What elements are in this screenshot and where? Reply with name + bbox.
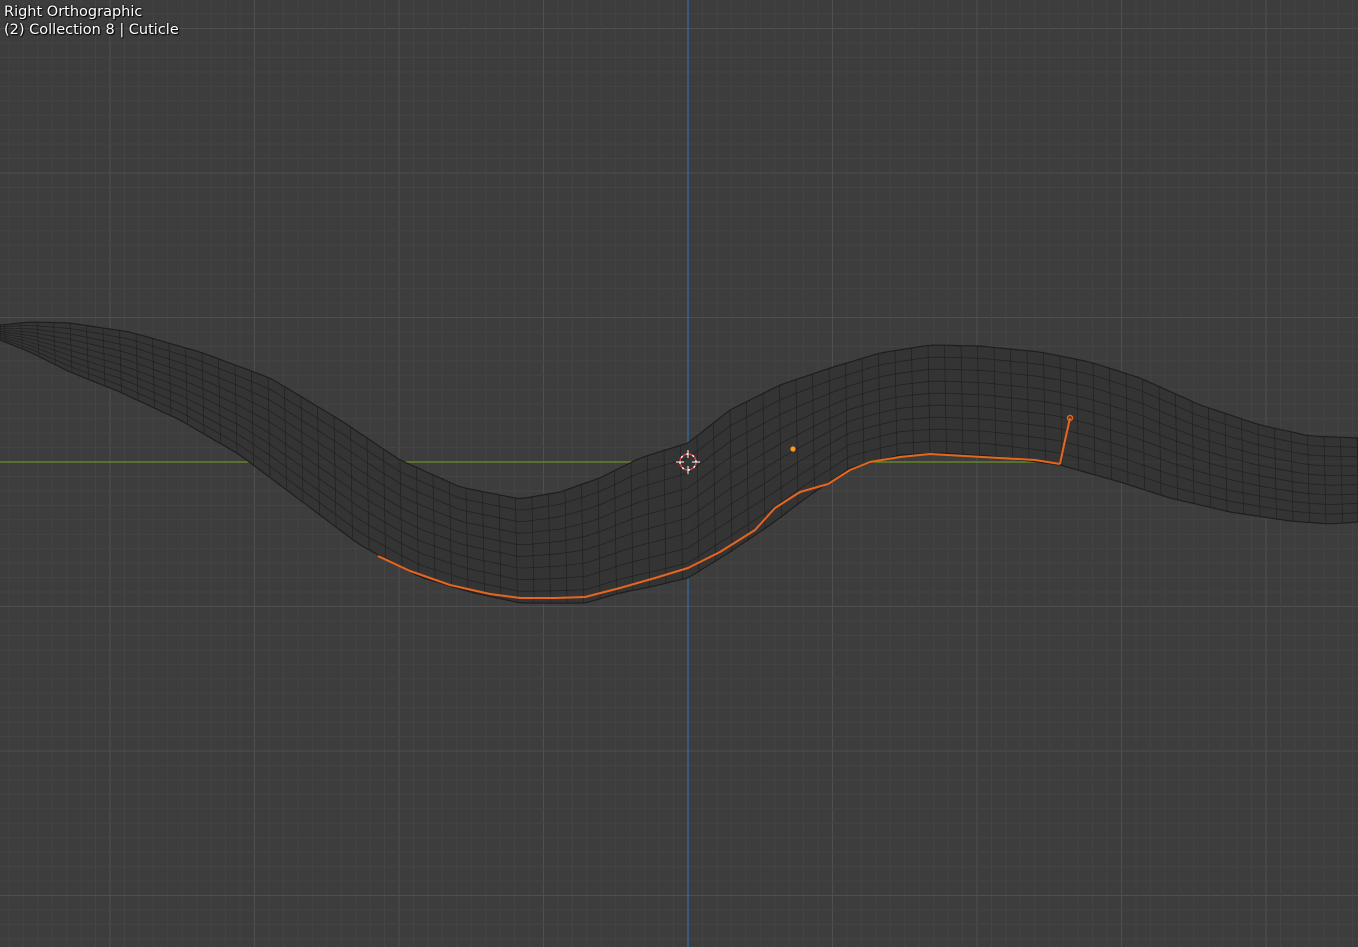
viewport-scene[interactable] xyxy=(0,0,1358,947)
object-origin-icon[interactable] xyxy=(790,446,796,452)
3d-viewport[interactable]: Right Orthographic (2) Collection 8 | Cu… xyxy=(0,0,1358,947)
